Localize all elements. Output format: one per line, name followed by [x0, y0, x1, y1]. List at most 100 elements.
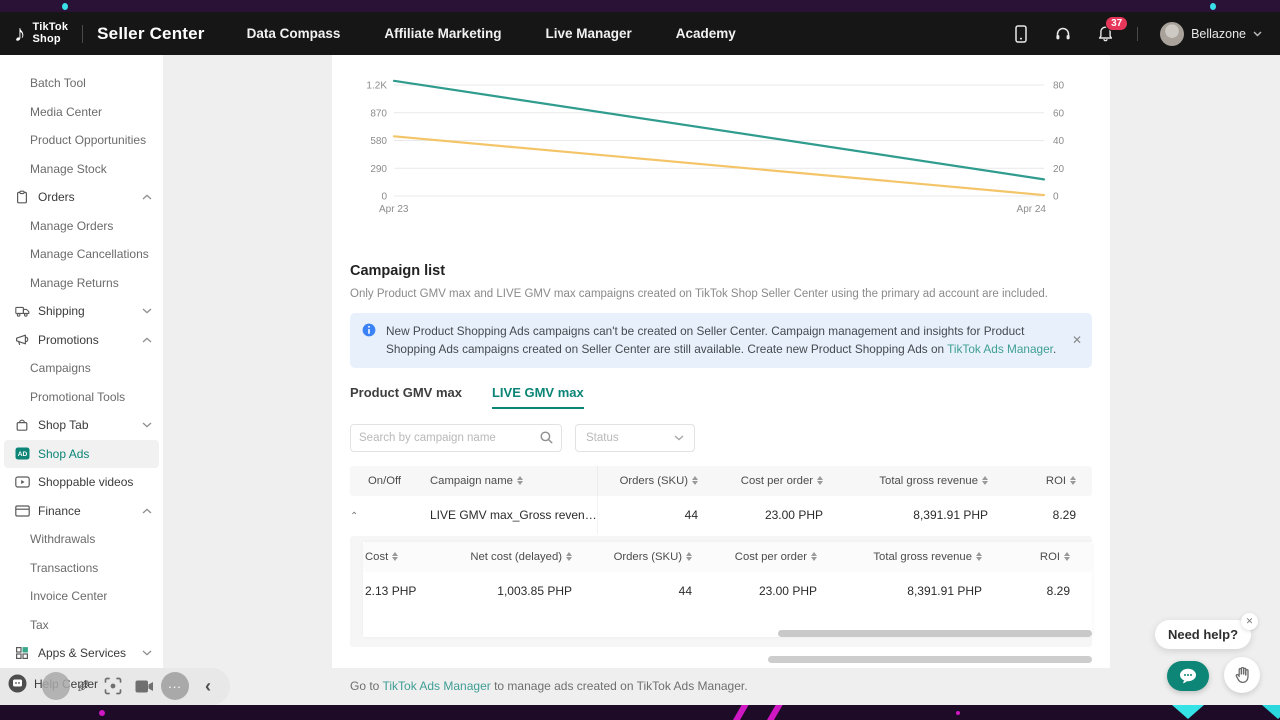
gmv-chart: 1.2K8087060580402902000Apr 23Apr 24	[350, 65, 1090, 217]
svg-text:Apr 24: Apr 24	[1017, 204, 1047, 215]
svg-text:870: 870	[370, 108, 387, 119]
status-dropdown[interactable]: Status	[575, 424, 695, 452]
banner-close-icon[interactable]: ✕	[1072, 333, 1082, 347]
chevron-up-icon	[141, 334, 153, 346]
col-total-gross-revenue[interactable]: Total gross revenue	[817, 551, 982, 563]
sidebar-item-product-opportunities[interactable]: Product Opportunities	[0, 126, 163, 155]
chevron-up-icon	[141, 191, 153, 203]
chevron-down-icon	[141, 305, 153, 317]
more-options-icon[interactable]: ...	[161, 672, 189, 700]
sidebar-item-manage-cancellations[interactable]: Manage Cancellations	[0, 240, 163, 269]
user-name: Bellazone	[1191, 27, 1246, 41]
col-net-cost[interactable]: Net cost (delayed)	[429, 551, 572, 563]
avatar	[1160, 22, 1184, 46]
ad-badge-icon: AD	[14, 446, 30, 462]
sidebar-item-shop-ads[interactable]: ADShop Ads	[4, 440, 159, 469]
nav-link-academy[interactable]: Academy	[676, 26, 736, 41]
sidebar-footer-toolbar: Help Center ✎ ... ‹	[0, 668, 230, 705]
sidebar-item-withdrawals[interactable]: Withdrawals	[0, 525, 163, 554]
col-cost-per-order[interactable]: Cost per order	[692, 551, 817, 563]
notification-bell-icon[interactable]: 37	[1095, 24, 1115, 44]
sidebar-item-tax[interactable]: Tax	[0, 611, 163, 640]
cost-cell: 2.13 PHP	[363, 584, 429, 598]
horizontal-scrollbar[interactable]	[778, 630, 1092, 637]
status-dropdown-label: Status	[586, 432, 619, 444]
chevron-down-icon	[1253, 31, 1262, 37]
campaign-name-cell[interactable]: LIVE GMV max_Gross revenue_...	[430, 508, 597, 522]
sidebar-item-promotional-tools[interactable]: Promotional Tools	[0, 383, 163, 412]
video-bottom-strip	[0, 705, 1280, 720]
sidebar-item-manage-orders[interactable]: Manage Orders	[0, 212, 163, 241]
sidebar-item-campaigns[interactable]: Campaigns	[0, 354, 163, 383]
banner-ads-manager-link[interactable]: TikTok Ads Manager	[947, 342, 1053, 356]
recorder-cursor-icon[interactable]	[42, 672, 70, 700]
sidebar-item-shop-tab[interactable]: Shop Tab	[0, 411, 163, 440]
collapse-toolbar-icon[interactable]: ‹	[194, 672, 222, 700]
brand-text: TikTokShop	[33, 22, 69, 45]
total-gross-revenue-cell: 8,391.91 PHP	[817, 584, 982, 598]
sidebar-item-apps-and-services[interactable]: Apps & Services	[0, 639, 163, 668]
sort-icon	[392, 552, 398, 561]
chat-support-button[interactable]	[1167, 661, 1209, 691]
sidebar-item-media-center[interactable]: Media Center	[0, 98, 163, 127]
tiktok-note-icon: ♪	[14, 22, 26, 45]
nav-link-data-compass[interactable]: Data Compass	[247, 26, 341, 41]
nav-link-affiliate-marketing[interactable]: Affiliate Marketing	[384, 26, 501, 41]
search-input[interactable]	[359, 432, 540, 444]
megaphone-icon	[14, 332, 30, 348]
ads-manager-link[interactable]: TikTok Ads Manager	[382, 679, 490, 693]
sidebar-item-shipping[interactable]: Shipping	[0, 297, 163, 326]
seller-center-title[interactable]: Seller Center	[97, 24, 204, 44]
mobile-app-icon[interactable]	[1011, 24, 1031, 44]
col-roi[interactable]: ROI	[982, 551, 1070, 563]
sidebar-item-transactions[interactable]: Transactions	[0, 554, 163, 583]
capture-focus-icon[interactable]	[99, 672, 127, 700]
sidebar-item-finance[interactable]: Finance	[0, 497, 163, 526]
sidebar-item-manage-stock[interactable]: Manage Stock	[0, 155, 163, 184]
tiktok-shop-logo[interactable]: ♪ TikTokShop	[14, 22, 68, 45]
col-orders-sku[interactable]: Orders (SKU)	[572, 551, 692, 563]
speech-bubble-icon	[1178, 668, 1198, 684]
campaign-table-row: ⌃ LIVE GMV max_Gross revenue_... 44 23.0…	[350, 496, 1092, 534]
horizontal-scrollbar[interactable]	[768, 656, 1092, 663]
clipboard-icon	[14, 189, 30, 205]
search-icon[interactable]	[540, 431, 553, 444]
col-cost[interactable]: Cost	[363, 551, 429, 563]
support-headset-icon[interactable]	[1053, 24, 1073, 44]
account-menu[interactable]: Bellazone	[1160, 22, 1262, 46]
detail-table-header: Cost Net cost (delayed) Orders (SKU) Cos…	[363, 542, 1092, 572]
sidebar-item-promotions[interactable]: Promotions	[0, 326, 163, 355]
svg-text:20: 20	[1053, 164, 1065, 175]
video-icon	[14, 474, 30, 490]
detail-table-row: 2.13 PHP 1,003.85 PHP 44 23.00 PHP 8,391…	[363, 572, 1092, 616]
campaign-search	[350, 424, 562, 452]
campaign-list-subtitle: Only Product GMV max and LIVE GMV max ca…	[350, 288, 1092, 300]
col-orders-sku[interactable]: Orders (SKU)	[598, 475, 698, 487]
col-roi[interactable]: ROI	[988, 475, 1076, 487]
sidebar-item-invoice-center[interactable]: Invoice Center	[0, 582, 163, 611]
tab-live-gmv-max[interactable]: LIVE GMV max	[492, 385, 584, 409]
truck-icon	[14, 303, 30, 319]
raise-hand-button[interactable]	[1224, 657, 1260, 693]
divider	[1137, 27, 1138, 41]
col-campaign-name[interactable]: Campaign name	[430, 475, 597, 487]
campaign-table: On/Off Campaign name Orders (SKU) Cost p…	[350, 466, 1092, 534]
nav-link-live-manager[interactable]: Live Manager	[545, 26, 631, 41]
camera-icon[interactable]	[130, 672, 158, 700]
artifact-wedge	[1172, 705, 1204, 719]
tab-product-gmv-max[interactable]: Product GMV max	[350, 385, 462, 409]
campaign-performance-chart: 1.2K8087060580402902000Apr 23Apr 24	[350, 65, 1090, 217]
need-help-close-icon[interactable]: ✕	[1241, 613, 1258, 630]
pen-icon[interactable]: ✎	[68, 672, 96, 700]
col-cost-per-order[interactable]: Cost per order	[698, 475, 823, 487]
sidebar-item-manage-returns[interactable]: Manage Returns	[0, 269, 163, 298]
svg-text:Apr 23: Apr 23	[379, 204, 409, 215]
main-content: 1.2K8087060580402902000Apr 23Apr 24 Camp…	[332, 55, 1110, 668]
grid-icon	[14, 645, 30, 661]
col-total-gross-revenue[interactable]: Total gross revenue	[823, 475, 988, 487]
svg-text:60: 60	[1053, 108, 1065, 119]
sidebar-item-batch-tool[interactable]: Batch Tool	[0, 69, 163, 98]
ads-manager-note: Go to TikTok Ads Manager to manage ads c…	[350, 679, 1092, 693]
sidebar-item-orders[interactable]: Orders	[0, 183, 163, 212]
sidebar-item-shoppable-videos[interactable]: Shoppable videos	[0, 468, 163, 497]
